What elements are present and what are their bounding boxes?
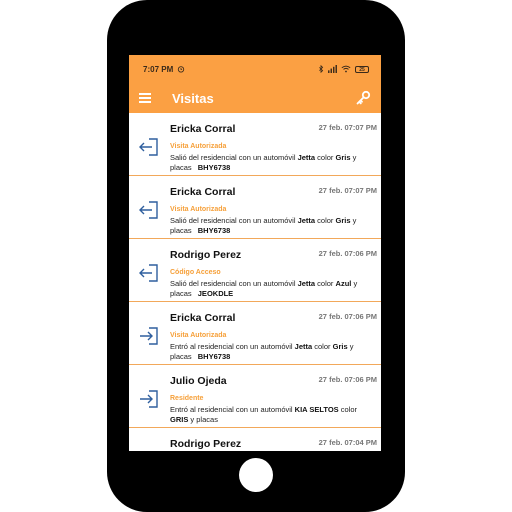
visit-description: Entró al residencial con un automóvil KI… [170, 405, 367, 424]
menu-icon[interactable] [139, 93, 151, 103]
visit-date: 27 feb. 07:07 PM [318, 123, 377, 132]
visitor-name: Rodrigo Perez [170, 438, 242, 450]
page-title: Visitas [172, 90, 214, 106]
wifi-icon [341, 65, 351, 73]
visit-description: Salió del residencial con un automóvil J… [170, 279, 367, 298]
car-color: GRIS [170, 414, 189, 424]
visit-type: Visita Autorizada [170, 206, 227, 213]
visit-type: Código Acceso [170, 269, 221, 276]
list-item[interactable]: Ericka Corral 27 feb. 07:06 PM Visita Auto… [129, 302, 381, 365]
desc-color-label: color [338, 405, 358, 414]
desc-color-label: color [315, 216, 336, 225]
status-bar: 7:07 PM 25 [129, 55, 381, 83]
bluetooth-icon [319, 65, 324, 73]
car-plates: BHY6738 [197, 351, 231, 361]
visit-date: 27 feb. 07:06 PM [318, 249, 377, 258]
list-item[interactable]: Ericka Corral 27 feb. 07:07 PM Visita Auto… [129, 113, 381, 176]
list-item[interactable]: Rodrigo Perez 27 feb. 07:06 PM Código Acce… [129, 239, 381, 302]
enter-icon [138, 388, 160, 410]
car-model: Jetta [297, 279, 316, 288]
list-item[interactable]: Ericka Corral 27 feb. 07:07 PM Visita Auto… [129, 176, 381, 239]
enter-icon [138, 325, 160, 347]
desc-text: Salió del residencial con un automóvil [170, 216, 298, 225]
car-plates: JEOKDLE [197, 288, 234, 298]
desc-plates-label: y placas [188, 414, 218, 424]
visit-description: Salió del residencial con un automóvil J… [170, 216, 367, 235]
desc-text: Entró al residencial con un automóvil [170, 342, 295, 351]
visitor-name: Rodrigo Perez [170, 249, 242, 261]
visitor-name: Julio Ojeda [170, 375, 227, 387]
desc-color-label: color [312, 342, 333, 351]
list-item[interactable]: Rodrigo Perez 27 feb. 07:04 PM [129, 428, 381, 451]
exit-icon [138, 199, 160, 221]
visit-type: Visita Autorizada [170, 332, 227, 339]
desc-text: Salió del residencial con un automóvil [170, 279, 298, 288]
car-model: Jetta [297, 216, 316, 225]
visit-date: 27 feb. 07:06 PM [318, 375, 377, 384]
car-model: KIA SELTOS [294, 405, 339, 414]
visitor-name: Ericka Corral [170, 123, 236, 135]
signal-icon [328, 65, 337, 73]
desc-color-label: color [315, 153, 336, 162]
status-icons: 25 [318, 65, 369, 73]
battery-icon: 25 [355, 65, 369, 73]
exit-icon [138, 262, 160, 284]
desc-color-label: color [315, 279, 336, 288]
app-bar: Visitas [129, 83, 381, 113]
visit-date: 27 feb. 07:04 PM [318, 438, 377, 447]
car-color: Gris [335, 153, 351, 162]
car-model: Jetta [294, 342, 313, 351]
visit-date: 27 feb. 07:06 PM [318, 312, 377, 321]
list-item[interactable]: Julio Ojeda 27 feb. 07:06 PM Residente Entr… [129, 365, 381, 428]
visits-list: Ericka Corral 27 feb. 07:07 PM Visita Auto… [129, 113, 381, 451]
car-color: Gris [332, 342, 348, 351]
visit-date: 27 feb. 07:07 PM [318, 186, 377, 195]
key-icon[interactable] [355, 90, 371, 106]
app-screen: 7:07 PM 25 Visitas Ericka Corral 27 feb.… [129, 55, 381, 451]
home-button[interactable] [239, 458, 273, 492]
visit-type: Residente [170, 395, 204, 402]
exit-icon [138, 136, 160, 158]
car-plates: BHY6738 [197, 225, 231, 235]
car-plates: BHY6738 [197, 162, 231, 172]
visit-type: Visita Autorizada [170, 143, 227, 150]
desc-text: Salió del residencial con un automóvil [170, 153, 298, 162]
alarm-icon [178, 66, 185, 73]
visit-description: Entró al residencial con un automóvil Je… [170, 342, 367, 361]
visitor-name: Ericka Corral [170, 186, 236, 198]
status-time: 7:07 PM [143, 64, 174, 74]
desc-text: Entró al residencial con un automóvil [170, 405, 295, 414]
visitor-name: Ericka Corral [170, 312, 236, 324]
visit-description: Salió del residencial con un automóvil J… [170, 153, 367, 172]
car-color: Azul [335, 279, 352, 288]
car-color: Gris [335, 216, 351, 225]
car-model: Jetta [297, 153, 316, 162]
